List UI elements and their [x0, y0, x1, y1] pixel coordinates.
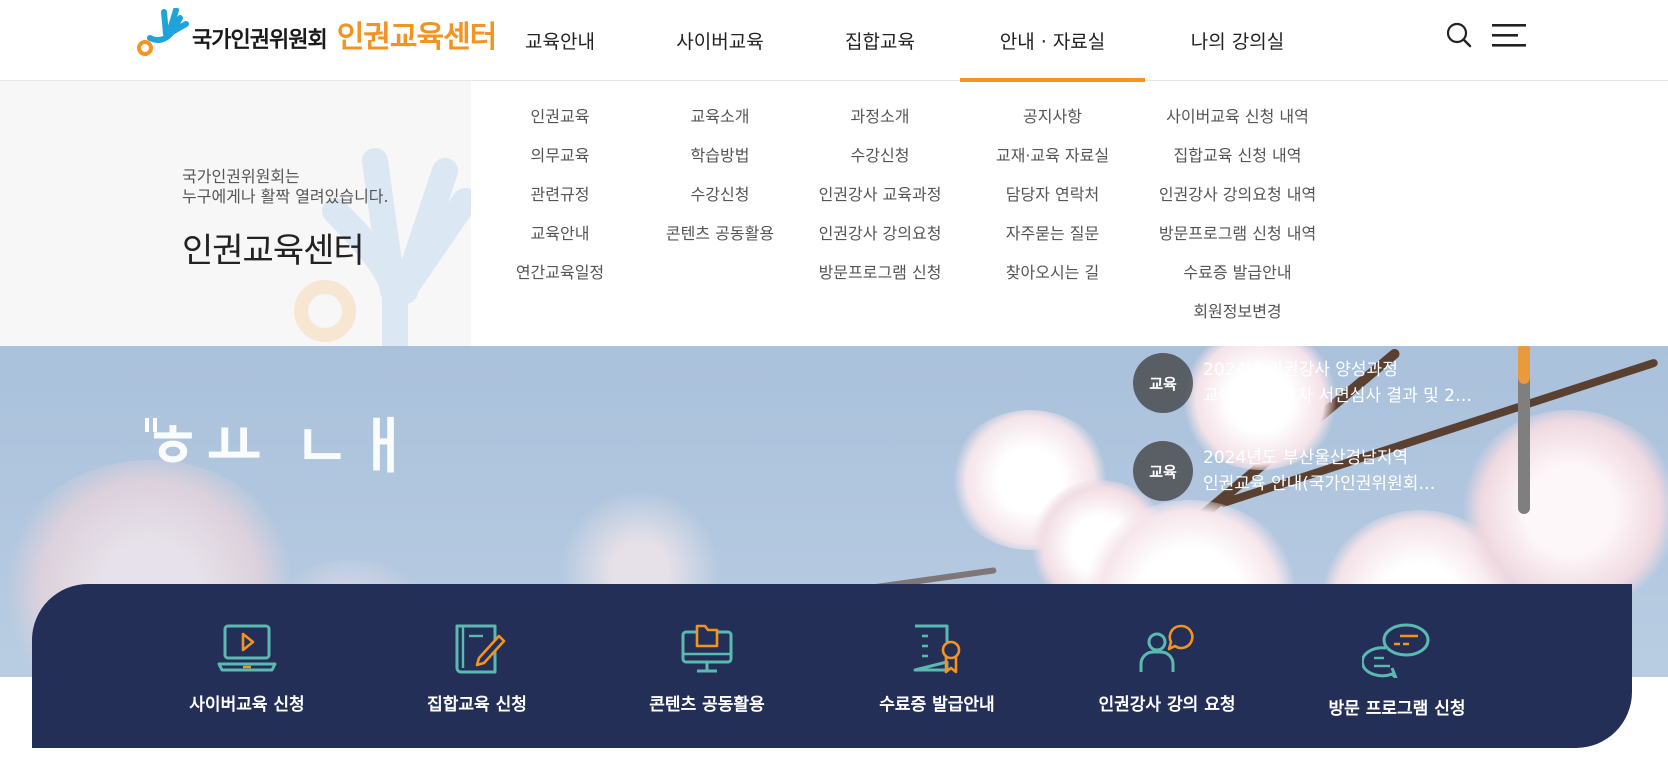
hero-title: ㅎㅛ ㄴㅐ — [145, 412, 417, 482]
book-pen-icon — [455, 624, 506, 674]
submenu-link[interactable]: 인권강사 강의요청 내역 — [1159, 175, 1316, 214]
hamburger-menu-icon[interactable] — [1492, 20, 1526, 50]
submenu-link[interactable]: 수강신청 — [691, 175, 750, 214]
site-logo[interactable]: 국가인권위원회 인권교육센터 — [136, 0, 498, 60]
nav-item-education-info[interactable]: 교육안내 — [480, 0, 640, 81]
mega-intro-title: 인권교육센터 — [182, 231, 365, 271]
news-title: 2024년도 부산울산경남지역 인권교육 안내(국가인권위원회… — [1203, 448, 1436, 494]
submenu-group-education: 과정소개 수강신청 인권강사 교육과정 인권강사 강의요청 방문프로그램 신청 — [800, 97, 960, 292]
quick-link-cyber-apply[interactable]: 사이버교육 신청 — [132, 584, 362, 748]
news-list: 교육 2024년 인권강사 양성과정 교육생선발 1차 서면심사 결과 및 2…… — [1133, 353, 1533, 529]
quick-link-label: 콘텐츠 공동활용 — [649, 695, 765, 715]
nav-item-cyber-education[interactable]: 사이버교육 — [640, 0, 800, 81]
submenu-link[interactable]: 수강신청 — [851, 136, 910, 175]
submenu-education-info: 인권교육 의무교육 관련규정 교육안내 연간교육일정 — [480, 97, 640, 292]
main-navigation: 교육안내 사이버교육 집합교육 안내 · 자료실 나의 강의실 — [480, 0, 1330, 82]
quick-link-group-apply[interactable]: 집합교육 신청 — [362, 584, 592, 748]
news-item[interactable]: 교육 2024년 인권강사 양성과정 교육생선발 1차 서면심사 결과 및 2… — [1133, 353, 1533, 441]
quick-link-label: 수료증 발급안내 — [879, 695, 995, 715]
nav-item-group-education[interactable]: 집합교육 — [800, 0, 960, 81]
page-root: ㅎㅛ ㄴㅐ 교육 2024년 인권강사 양성과정 교육생선발 1차 서면심사 결… — [0, 0, 1668, 783]
quick-link-label: 집합교육 신청 — [427, 695, 527, 715]
nav-item-info-resources[interactable]: 안내 · 자료실 — [960, 0, 1145, 82]
submenu-link[interactable]: 공지사항 — [1023, 97, 1082, 136]
submenu-info-resources: 공지사항 교재·교육 자료실 담당자 연락처 자주묻는 질문 찾아오시는 길 — [960, 97, 1145, 292]
speech-bubbles-icon — [1362, 623, 1430, 678]
submenu-link[interactable]: 방문프로그램 신청 — [819, 253, 942, 292]
submenu-link[interactable]: 교육안내 — [531, 214, 590, 253]
submenu-cyber-education: 교육소개 학습방법 수강신청 콘텐츠 공동활용 — [640, 97, 800, 253]
submenu-link[interactable]: 교재·교육 자료실 — [996, 136, 1109, 175]
monitor-folder-icon — [681, 624, 733, 673]
submenu-link[interactable]: 수료증 발급안내 — [1183, 253, 1291, 292]
submenu-link[interactable]: 관련규정 — [531, 175, 590, 214]
category-badge: 교육 — [1133, 353, 1193, 413]
certificate-ribbon-icon — [913, 624, 961, 674]
category-badge: 교육 — [1133, 441, 1193, 501]
quick-link-visit-program[interactable]: 방문 프로그램 신청 — [1282, 584, 1512, 748]
person-chat-icon — [1139, 624, 1194, 672]
submenu-link[interactable]: 인권교육 — [531, 97, 590, 136]
submenu-link[interactable]: 연간교육일정 — [516, 253, 604, 292]
submenu-link[interactable]: 인권강사 강의요청 — [819, 214, 942, 253]
submenu-link[interactable]: 교육소개 — [691, 97, 750, 136]
news-title: 2024년 인권강사 양성과정 교육생선발 1차 서면심사 결과 및 2… — [1203, 360, 1472, 406]
submenu-link[interactable]: 자주묻는 질문 — [1006, 214, 1099, 253]
quick-link-lecturer-request[interactable]: 인권강사 강의 요청 — [1052, 584, 1282, 748]
news-scrollbar[interactable] — [1518, 344, 1530, 514]
quick-link-label: 사이버교육 신청 — [189, 695, 305, 715]
submenu-link[interactable]: 학습방법 — [691, 136, 750, 175]
submenu-link[interactable]: 의무교육 — [531, 136, 590, 175]
quick-link-label: 방문 프로그램 신청 — [1328, 699, 1466, 719]
submenu-link[interactable]: 사이버교육 신청 내역 — [1166, 97, 1309, 136]
site-header: 국가인권위원회 인권교육센터 교육안내 사이버교육 집합교육 안내 · 자료실 … — [0, 0, 1668, 82]
news-item[interactable]: 교육 2024년도 부산울산경남지역 인권교육 안내(국가인권위원회… — [1133, 441, 1533, 529]
submenu-link[interactable]: 찾아오시는 길 — [1006, 253, 1099, 292]
quick-link-content-share[interactable]: 콘텐츠 공동활용 — [592, 584, 822, 748]
mega-intro-text: 국가인권위원회는 누구에게나 활짝 열려있습니다. — [182, 167, 389, 206]
logo-org-name: 국가인권위원회 — [192, 28, 328, 53]
pause-icon[interactable] — [145, 418, 159, 432]
news-scrollbar-thumb[interactable] — [1518, 344, 1530, 384]
logo-center-name: 인권교육센터 — [336, 20, 498, 55]
search-icon[interactable] — [1444, 20, 1474, 50]
submenu-link[interactable]: 인권강사 교육과정 — [819, 175, 942, 214]
quick-link-certificate[interactable]: 수료증 발급안내 — [822, 584, 1052, 748]
submenu-link[interactable]: 과정소개 — [851, 97, 910, 136]
mega-menu-intro: 국가인권위원회는 누구에게나 활짝 열려있습니다. 인권교육센터 — [0, 81, 471, 346]
header-utilities — [1444, 20, 1526, 50]
submenu-link[interactable]: 회원정보변경 — [1193, 292, 1281, 331]
submenu-link[interactable]: 집합교육 신청 내역 — [1174, 136, 1302, 175]
hand-logo-icon — [136, 7, 192, 60]
nav-item-my-classroom[interactable]: 나의 강의실 — [1145, 0, 1330, 81]
submenu-my-classroom: 사이버교육 신청 내역 집합교육 신청 내역 인권강사 강의요청 내역 방문프로… — [1145, 97, 1330, 331]
quick-link-label: 인권강사 강의 요청 — [1098, 695, 1236, 715]
quick-links-bar: 사이버교육 신청 집합교육 신청 콘텐츠 공동활용 수료증 발급안내 인권강사 … — [32, 584, 1632, 748]
submenu-link[interactable]: 콘텐츠 공동활용 — [666, 214, 774, 253]
laptop-play-icon — [217, 624, 277, 672]
submenu-link[interactable]: 담당자 연락처 — [1006, 175, 1099, 214]
submenu-link[interactable]: 방문프로그램 신청 내역 — [1159, 214, 1316, 253]
mega-menu: 인권교육 의무교육 관련규정 교육안내 연간교육일정 교육소개 학습방법 수강신… — [471, 81, 1668, 346]
